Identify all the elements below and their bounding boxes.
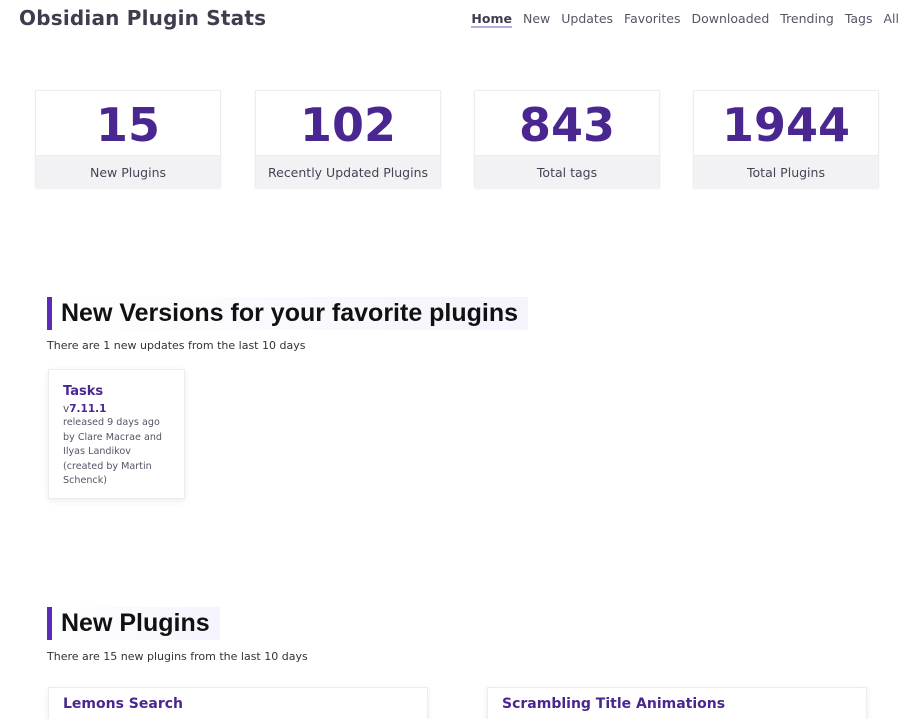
nav-downloaded[interactable]: Downloaded bbox=[692, 11, 770, 28]
stat-value: 843 bbox=[518, 98, 616, 152]
stat-label: Total tags bbox=[475, 155, 659, 189]
nav-home[interactable]: Home bbox=[471, 11, 512, 28]
stat-card-total-plugins[interactable]: 1944 Total Plugins bbox=[693, 90, 879, 189]
nav-new[interactable]: New bbox=[523, 11, 550, 28]
plugin-version: v7.11.1 bbox=[63, 403, 174, 415]
plugin-name-link[interactable]: Tasks bbox=[63, 384, 174, 399]
favorite-plugin-card[interactable]: Tasks v7.11.1 released 9 days ago by Cla… bbox=[48, 369, 185, 499]
new-plugin-card[interactable]: Scrambling Title Animations bbox=[487, 687, 867, 719]
release-time: released 9 days ago bbox=[63, 417, 160, 428]
stat-card-total-tags[interactable]: 843 Total tags bbox=[474, 90, 660, 189]
stat-label: Total Plugins bbox=[694, 155, 878, 189]
stat-value: 1944 bbox=[721, 98, 851, 152]
stat-label: Recently Updated Plugins bbox=[256, 155, 440, 189]
new-plugins-section-heading: New Plugins bbox=[47, 607, 220, 640]
favorites-section-heading: New Versions for your favorite plugins bbox=[47, 297, 529, 330]
stat-value: 102 bbox=[299, 98, 397, 152]
site-title[interactable]: Obsidian Plugin Stats bbox=[19, 6, 266, 30]
plugin-authors: by Clare Macrae and Ilyas Landikov (crea… bbox=[63, 431, 163, 487]
stat-label: New Plugins bbox=[36, 155, 220, 189]
nav-tags[interactable]: Tags bbox=[845, 11, 873, 28]
stat-value: 15 bbox=[95, 98, 160, 152]
favorites-section-subtext: There are 1 new updates from the last 10… bbox=[47, 339, 306, 352]
plugin-name-link[interactable]: Scrambling Title Animations bbox=[502, 696, 725, 712]
new-plugins-section-subtext: There are 15 new plugins from the last 1… bbox=[47, 650, 308, 663]
version-number: 7.11.1 bbox=[69, 403, 107, 415]
nav-updates[interactable]: Updates bbox=[561, 11, 613, 28]
new-plugin-card[interactable]: Lemons Search bbox=[48, 687, 428, 719]
nav-trending[interactable]: Trending bbox=[780, 11, 834, 28]
stat-card-recently-updated[interactable]: 102 Recently Updated Plugins bbox=[255, 90, 441, 189]
stat-card-new-plugins[interactable]: 15 New Plugins bbox=[35, 90, 221, 189]
nav-favorites[interactable]: Favorites bbox=[624, 11, 680, 28]
nav-all[interactable]: All bbox=[884, 11, 900, 28]
main-nav: Home New Updates Favorites Downloaded Tr… bbox=[471, 11, 899, 28]
plugin-name-link[interactable]: Lemons Search bbox=[63, 696, 183, 712]
